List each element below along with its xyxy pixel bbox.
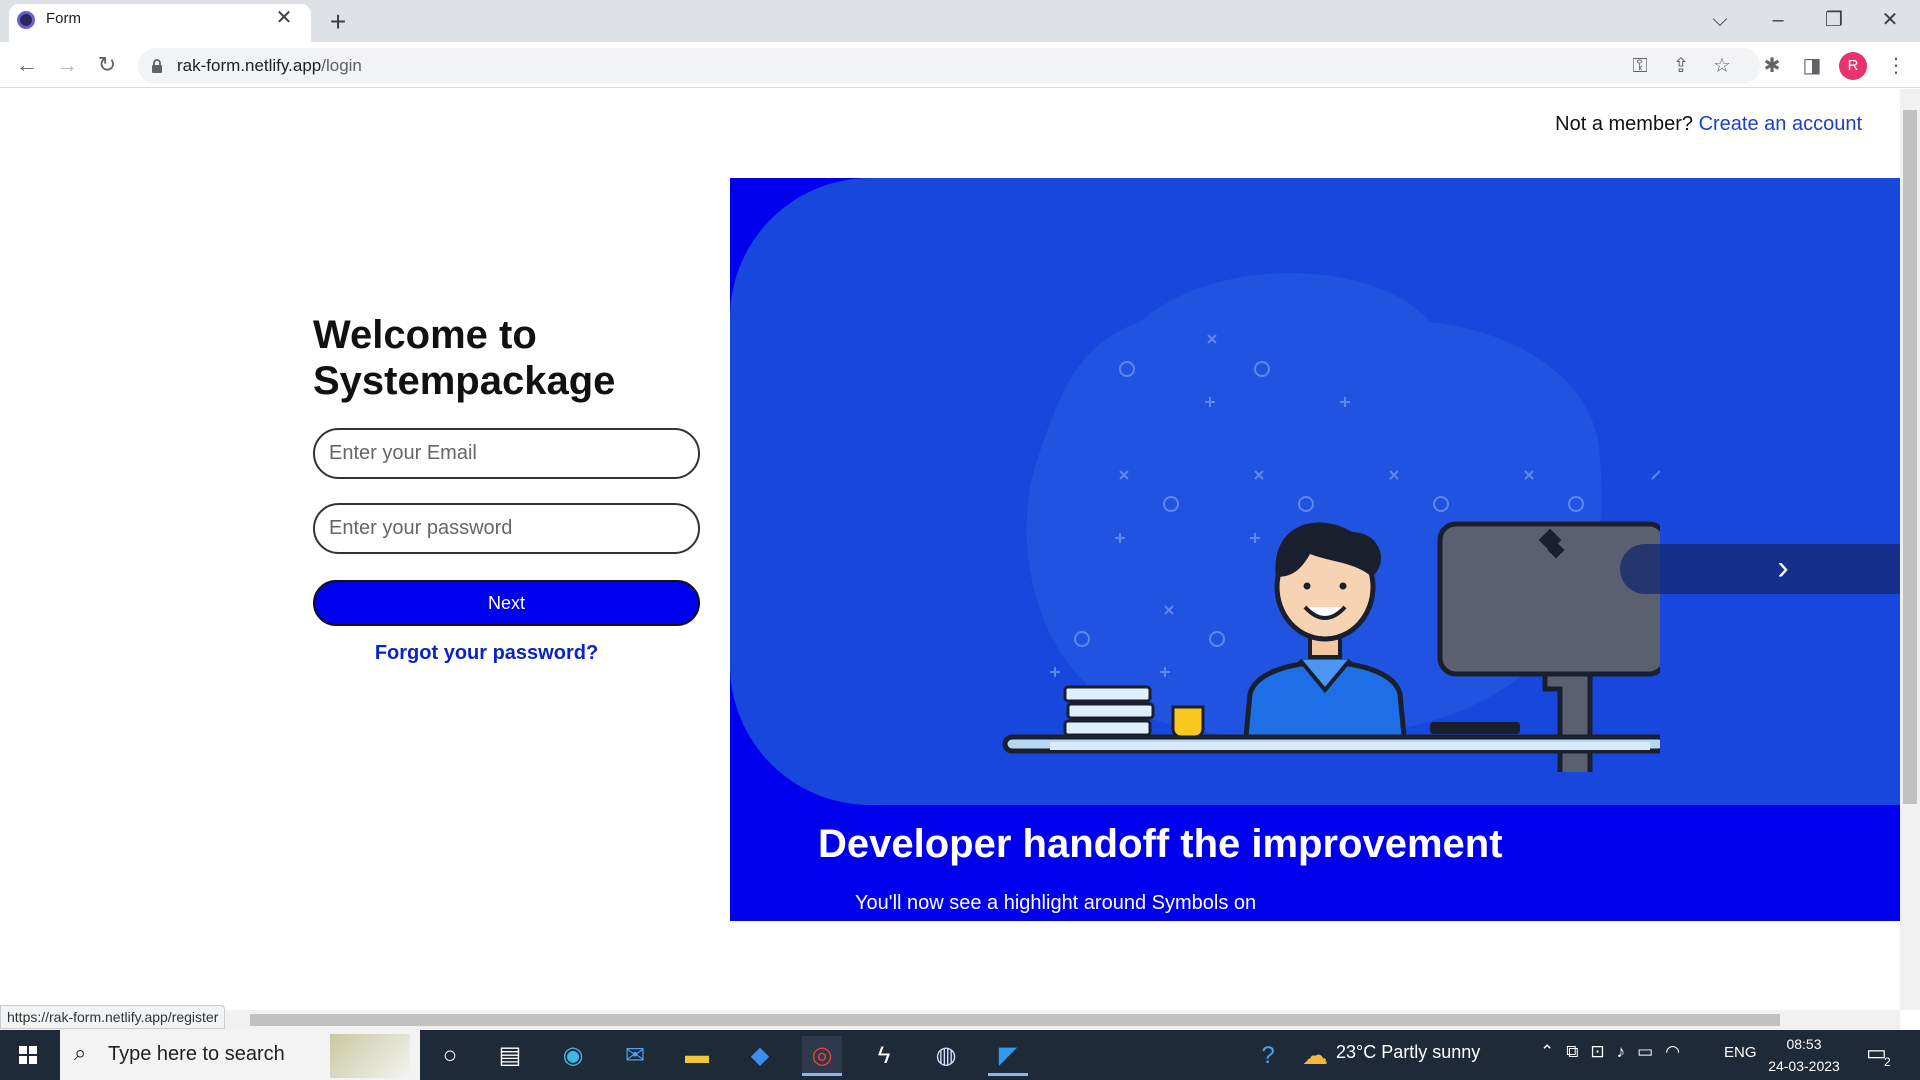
dropbox-icon[interactable]: ◆ <box>740 1036 780 1076</box>
cortana-icon[interactable]: ○ <box>430 1036 470 1076</box>
taskbar-search-input[interactable]: Type here to search <box>108 1043 285 1066</box>
mail-icon[interactable]: ✉ <box>615 1036 655 1076</box>
clock[interactable]: 08:53 24-03-2023 <box>1768 1033 1840 1077</box>
task-view-icon[interactable]: ▤ <box>490 1036 530 1076</box>
extensions-icon[interactable]: ✱ <box>1756 50 1788 82</box>
next-button[interactable]: Next <box>313 580 700 626</box>
forward-icon[interactable]: → <box>50 48 84 82</box>
url-text[interactable]: rak-form.netlify.app/login <box>177 56 362 76</box>
signup-prompt: Not a member? Create an account <box>1555 113 1862 136</box>
weather-text[interactable]: 23°C Partly sunny <box>1336 1042 1480 1063</box>
tab-search-chevron-icon[interactable]: ⌵ <box>1698 4 1742 38</box>
status-bar-url: https://rak-form.netlify.app/register <box>0 1005 226 1029</box>
welcome-line-2: Systempackage <box>313 359 616 403</box>
edge-icon[interactable]: ◉ <box>553 1036 593 1076</box>
password-key-icon[interactable]: ⚿ <box>1624 50 1656 82</box>
lock-icon[interactable] <box>151 59 163 73</box>
page-title: Welcome to Systempackage <box>313 312 733 404</box>
weather-icon[interactable]: ☁ <box>1302 1040 1328 1071</box>
address-bar[interactable] <box>138 48 1760 84</box>
developer-illustration <box>1002 273 1660 772</box>
bookmark-star-icon[interactable]: ☆ <box>1706 50 1738 82</box>
create-account-link[interactable]: Create an account <box>1699 113 1862 135</box>
search-highlight-image <box>330 1034 410 1078</box>
restore-button[interactable]: ❐ <box>1812 4 1856 38</box>
notification-count: 2 <box>1884 1055 1891 1069</box>
system-tray-icons[interactable]: ⌃⧉⊡♪▭◠ <box>1540 1042 1692 1062</box>
carousel-next-button[interactable] <box>1620 544 1900 594</box>
back-icon[interactable]: ← <box>10 48 44 82</box>
new-tab-button[interactable]: + <box>322 7 354 39</box>
vscode-icon[interactable]: ◤ <box>988 1036 1028 1076</box>
close-tab-icon[interactable]: ✕ <box>272 6 296 30</box>
profile-avatar[interactable]: R <box>1839 52 1867 80</box>
search-icon: ⌕ <box>74 1040 87 1065</box>
chrome-icon[interactable]: ◎ <box>802 1036 842 1076</box>
vertical-scrollbar-thumb[interactable] <box>1903 110 1917 804</box>
tab-title: Form <box>46 10 81 27</box>
side-panel-icon[interactable]: ◨ <box>1796 50 1828 82</box>
windows-start-icon[interactable] <box>0 1030 58 1080</box>
hero-description: You'll now see a highlight around Symbol… <box>855 892 1257 914</box>
word-app-icon[interactable]: ◍ <box>926 1036 966 1076</box>
forgot-password-link[interactable]: Forgot your password? <box>313 642 660 665</box>
chevron-right-icon[interactable]: › <box>1763 545 1803 593</box>
clock-date: 24-03-2023 <box>1768 1058 1840 1074</box>
welcome-line-1: Welcome to <box>313 313 537 357</box>
share-icon[interactable]: ⇪ <box>1665 50 1697 82</box>
horizontal-scrollbar-thumb[interactable] <box>250 1014 1780 1026</box>
help-icon[interactable]: ? <box>1248 1036 1288 1076</box>
reload-icon[interactable]: ↻ <box>90 48 124 82</box>
password-field[interactable] <box>313 503 700 554</box>
language-indicator[interactable]: ENG <box>1724 1044 1757 1061</box>
favicon-icon <box>17 11 35 29</box>
app-bolt-icon[interactable]: ϟ <box>864 1036 904 1076</box>
email-field[interactable] <box>313 428 700 479</box>
hero-heading: Developer handoff the improvement <box>818 822 1503 866</box>
file-explorer-icon[interactable]: ▬ <box>677 1036 717 1076</box>
close-window-button[interactable]: ✕ <box>1868 4 1912 38</box>
clock-time: 08:53 <box>1786 1036 1822 1052</box>
menu-kebab-icon[interactable]: ⋮ <box>1880 50 1912 82</box>
not-member-text: Not a member? <box>1555 113 1693 135</box>
minimize-button[interactable]: – <box>1756 4 1800 38</box>
